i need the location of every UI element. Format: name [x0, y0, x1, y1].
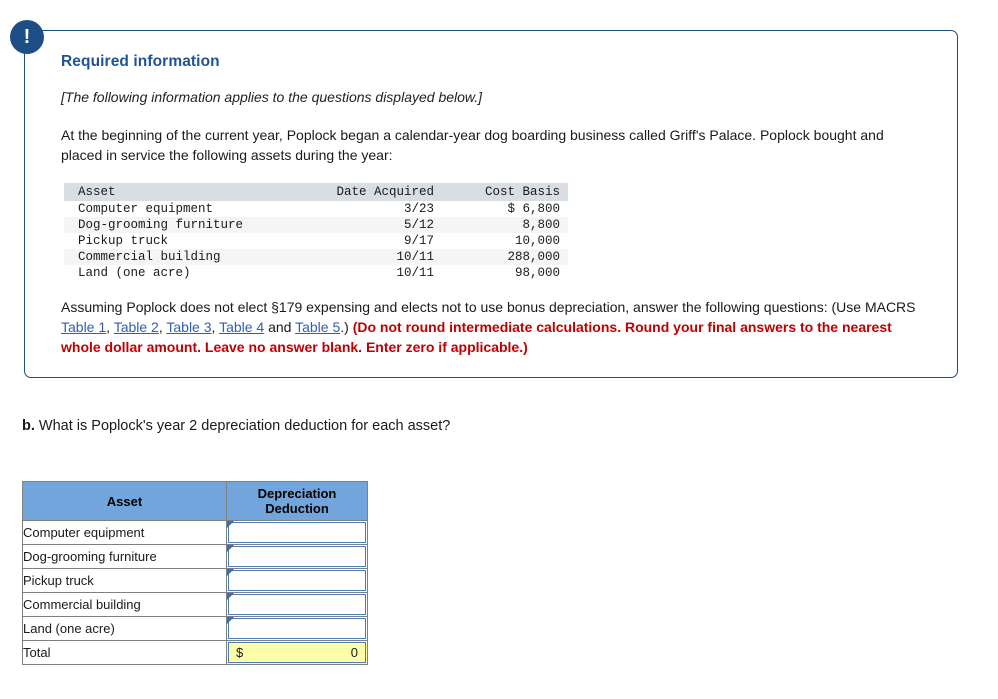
- input-cell-computer-equipment[interactable]: [226, 520, 368, 545]
- panel-italic-note: [The following information applies to th…: [61, 89, 483, 105]
- column-header-asset: Asset: [22, 481, 227, 521]
- cell-asset: Land (one acre): [78, 266, 191, 280]
- question-label: b.: [22, 418, 35, 434]
- table-row: Commercial building: [22, 592, 368, 617]
- deduction-input-pickup-truck[interactable]: [228, 570, 366, 591]
- total-amount: 0: [350, 645, 358, 660]
- cell-flag-icon: [227, 545, 234, 552]
- row-label-total: Total: [22, 640, 227, 665]
- link-table-4[interactable]: Table 4: [219, 319, 264, 335]
- table-row: Dog-grooming furniture: [22, 544, 368, 569]
- link-table-3[interactable]: Table 3: [166, 319, 211, 335]
- cell-asset: Commercial building: [64, 249, 304, 265]
- exclamation-icon: !: [23, 26, 31, 48]
- cell-flag-icon: [227, 617, 234, 624]
- answer-header-row: Asset Depreciation Deduction: [22, 481, 368, 521]
- input-cell-dog-grooming-furniture[interactable]: [226, 544, 368, 569]
- table-row: Computer equipment: [22, 520, 368, 545]
- input-cell-land-one-acre[interactable]: [226, 616, 368, 641]
- macrs-lead-text: Assuming Poplock does not elect §179 exp…: [61, 299, 916, 315]
- column-header-cost-basis: Cost Basis: [442, 183, 568, 201]
- input-cell-commercial-building[interactable]: [226, 592, 368, 617]
- link-table-2[interactable]: Table 2: [114, 319, 159, 335]
- deduction-input-computer-equipment[interactable]: [228, 522, 366, 543]
- macrs-instructions: Assuming Poplock does not elect §179 exp…: [61, 297, 927, 357]
- link-table-5[interactable]: Table 5: [295, 319, 340, 335]
- table-row: Pickup truck 9/17 10,000: [64, 233, 568, 249]
- cell-asset: Dog-grooming furniture: [64, 217, 304, 233]
- deduction-input-commercial-building[interactable]: [228, 594, 366, 615]
- table-row: Computer equipment 3/23 $ 6,800: [64, 201, 568, 217]
- cell-cost: 8,800: [442, 217, 568, 233]
- macrs-sep-3: ,: [211, 319, 220, 335]
- alert-icon: !: [10, 20, 44, 54]
- cell-cost: 98,000: [514, 266, 560, 280]
- cell-flag-icon: [227, 593, 234, 600]
- macrs-sep-1: ,: [106, 319, 114, 335]
- cell-cost: $ 6,800: [507, 202, 560, 216]
- table-row: Pickup truck: [22, 568, 368, 593]
- cell-asset: Computer equipment: [78, 202, 214, 216]
- row-label-computer-equipment: Computer equipment: [22, 520, 227, 545]
- column-header-date-acquired: Date Acquired: [304, 183, 442, 201]
- cell-date: 3/23: [403, 202, 434, 216]
- deduction-input-land-one-acre[interactable]: [228, 618, 366, 639]
- link-table-1[interactable]: Table 1: [61, 319, 106, 335]
- row-label-commercial-building: Commercial building: [22, 592, 227, 617]
- macrs-close-text: .): [340, 319, 353, 335]
- row-label-land-one-acre: Land (one acre): [22, 616, 227, 641]
- page-title: Required information: [61, 53, 220, 70]
- row-label-pickup-truck: Pickup truck: [22, 568, 227, 593]
- table-row-total: Total $ 0: [22, 640, 368, 665]
- cell-flag-icon: [227, 569, 234, 576]
- currency-symbol: $: [236, 645, 244, 660]
- cell-date: 9/17: [403, 234, 434, 248]
- macrs-sep-4: and: [264, 319, 296, 335]
- answer-table-container: Asset Depreciation Deduction Computer equ…: [22, 481, 368, 665]
- column-header-asset: Asset: [64, 183, 304, 201]
- cell-asset: Pickup truck: [78, 234, 169, 248]
- question-b: b. What is Poplock's year 2 depreciation…: [22, 418, 450, 434]
- cell-date: 10/11: [396, 266, 434, 280]
- cell-cost: 10,000: [514, 234, 560, 248]
- cell-date: 5/12: [304, 217, 442, 233]
- table-row: Dog-grooming furniture 5/12 8,800: [64, 217, 568, 233]
- table-row: Land (one acre): [22, 616, 368, 641]
- table-header-row: Asset Date Acquired Cost Basis: [64, 183, 568, 201]
- question-text: What is Poplock's year 2 depreciation de…: [34, 418, 451, 434]
- cell-date: 10/11: [304, 249, 442, 265]
- table-row: Commercial building 10/11 288,000: [64, 249, 568, 265]
- required-information-panel: Required information [The following info…: [24, 30, 958, 378]
- depreciation-answer-table: Asset Depreciation Deduction Computer equ…: [22, 481, 368, 665]
- cell-cost: 288,000: [442, 249, 568, 265]
- total-cell: $ 0: [226, 640, 368, 665]
- row-label-dog-grooming-furniture: Dog-grooming furniture: [22, 544, 227, 569]
- header-line-2: Deduction: [265, 501, 329, 516]
- column-header-depreciation-deduction: Depreciation Deduction: [226, 481, 368, 521]
- intro-paragraph: At the beginning of the current year, Po…: [61, 127, 884, 163]
- cell-flag-icon: [227, 521, 234, 528]
- header-line-1: Depreciation: [257, 486, 337, 501]
- deduction-input-dog-grooming-furniture[interactable]: [228, 546, 366, 567]
- input-cell-pickup-truck[interactable]: [226, 568, 368, 593]
- asset-cost-table: Asset Date Acquired Cost Basis Computer …: [64, 183, 568, 281]
- total-value-box: $ 0: [228, 642, 366, 663]
- table-row: Land (one acre) 10/11 98,000: [64, 265, 568, 281]
- panel-content: Required information [The following info…: [25, 31, 957, 357]
